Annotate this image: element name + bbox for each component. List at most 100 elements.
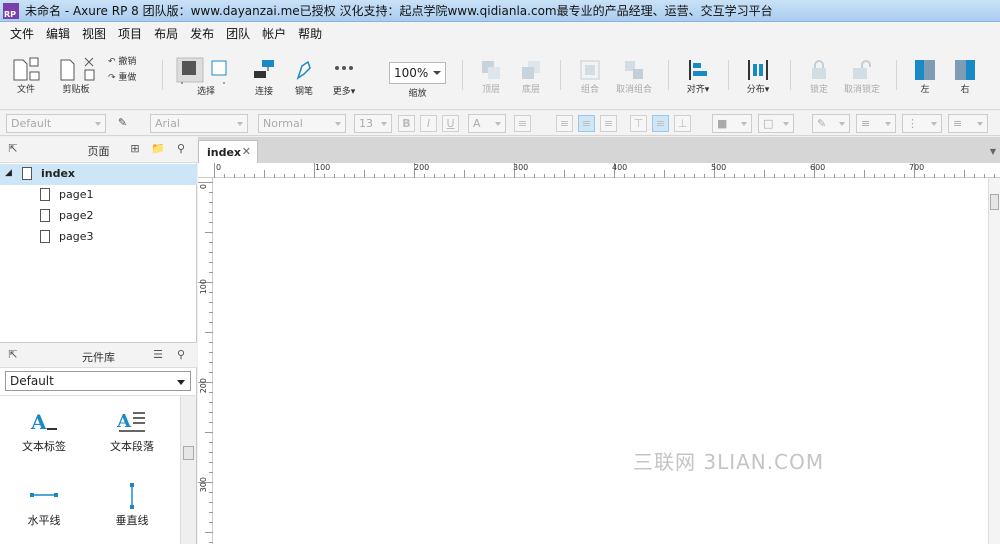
file-label: 文件: [16, 85, 35, 95]
bullet-list-icon[interactable]: ≡: [514, 115, 531, 132]
scroll-thumb[interactable]: [990, 194, 999, 210]
ruler-label: 100: [199, 279, 208, 295]
distribute-button[interactable]: 分布▾: [740, 58, 776, 95]
page-item-page1[interactable]: page1: [0, 185, 197, 206]
page-item-index[interactable]: ◢ index: [0, 164, 197, 185]
menu-view[interactable]: 视图: [76, 25, 112, 42]
ungroup-button[interactable]: 取消组合: [612, 58, 656, 95]
divider: [728, 60, 729, 90]
bring-to-front-button[interactable]: 顶层: [474, 58, 508, 95]
widget-text-label[interactable]: A 文本标签: [4, 409, 84, 454]
send-to-back-button[interactable]: 底层: [514, 58, 548, 95]
canvas-scrollbar[interactable]: [988, 178, 1000, 544]
watermark: 三联网 3LIAN.COM: [633, 450, 825, 474]
text-color-select[interactable]: A: [468, 114, 506, 133]
connect-tool[interactable]: 连接: [248, 56, 280, 97]
left-label: 左: [920, 85, 930, 95]
zoom-select[interactable]: 100%: [389, 62, 446, 84]
search-icon[interactable]: ⚲: [174, 348, 188, 362]
valign-top-icon[interactable]: ⊤: [630, 115, 647, 132]
align-text-left-icon[interactable]: ≡: [556, 115, 573, 132]
group-button[interactable]: 组合: [572, 58, 608, 95]
align-text-center-icon[interactable]: ≡: [578, 115, 595, 132]
arrow-style-select[interactable]: ≡: [948, 114, 988, 133]
line-color-select[interactable]: ✎: [812, 114, 850, 133]
ruler-label: 300: [199, 477, 208, 493]
ruler-label: 400: [612, 163, 628, 172]
undo-label: 撤销: [118, 57, 137, 67]
widget-horizontal-line[interactable]: 水平线: [4, 483, 84, 528]
left-button[interactable]: 左: [908, 58, 942, 95]
menu-edit[interactable]: 编辑: [40, 25, 76, 42]
more-tools-button[interactable]: 更多▾: [328, 56, 360, 97]
widget-label: 文本标签: [22, 440, 66, 453]
menu-arrange[interactable]: 布局: [148, 25, 184, 42]
caret-icon: [335, 122, 341, 126]
font-select[interactable]: Arial: [150, 114, 248, 133]
format-toolbar: Default ✎ Arial Normal 13 B I U A ≡ ≡ ≡ …: [0, 111, 1000, 136]
file-button[interactable]: 文件: [6, 56, 46, 95]
search-icon[interactable]: ⚲: [174, 142, 188, 156]
add-folder-icon[interactable]: 📁: [151, 142, 165, 156]
vertical-line-icon: [130, 483, 134, 509]
add-page-icon[interactable]: ⊞: [128, 142, 142, 156]
tab-index[interactable]: index ✕: [198, 140, 258, 163]
align-button[interactable]: 对齐▾: [680, 58, 716, 95]
bold-button[interactable]: B: [398, 115, 415, 132]
clipboard-button[interactable]: 剪贴板: [54, 56, 98, 95]
select-tool[interactable]: 选择: [175, 56, 237, 97]
fill-color-select[interactable]: ■: [712, 114, 752, 133]
line-width-select[interactable]: ≡: [856, 114, 896, 133]
font-value: Arial: [155, 117, 180, 130]
font-size-select[interactable]: 13: [354, 114, 392, 133]
menu-file[interactable]: 文件: [4, 25, 40, 42]
design-canvas[interactable]: [214, 179, 986, 544]
unlock-button[interactable]: 取消锁定: [840, 58, 884, 95]
align-label: 对齐: [686, 85, 705, 95]
menu-team[interactable]: 团队: [220, 25, 256, 42]
align-text-right-icon[interactable]: ≡: [600, 115, 617, 132]
expand-triangle-icon[interactable]: ◢: [5, 168, 12, 178]
menu-account[interactable]: 帐户: [256, 25, 292, 42]
page-item-page3[interactable]: page3: [0, 227, 197, 248]
widget-paragraph[interactable]: A 文本段落: [92, 409, 172, 454]
menu-icon[interactable]: ☰: [151, 348, 165, 362]
clipboard-icon: [60, 57, 95, 81]
caret-icon: [931, 122, 937, 126]
svg-text:A: A: [117, 411, 132, 432]
page-label: page3: [59, 230, 94, 243]
format-painter-icon[interactable]: ✎: [114, 115, 131, 132]
line-style-select[interactable]: ⋮: [902, 114, 942, 133]
weight-value: Normal: [263, 117, 303, 130]
style-select[interactable]: Default: [6, 114, 106, 133]
shadow-select[interactable]: □: [758, 114, 794, 133]
tab-list-icon[interactable]: ▼: [990, 147, 996, 156]
lock-button[interactable]: 锁定: [802, 58, 836, 95]
library-select[interactable]: Default: [5, 371, 191, 391]
scroll-thumb[interactable]: [183, 446, 194, 460]
divider: [560, 60, 561, 90]
menu-help[interactable]: 帮助: [292, 25, 328, 42]
more-dots-icon: [335, 66, 353, 70]
undo-button[interactable]: ↶ 撤销: [108, 54, 148, 67]
text-label-icon: A: [30, 410, 57, 434]
right-button[interactable]: 右: [948, 58, 982, 95]
widget-vertical-line[interactable]: 垂直线: [92, 483, 172, 528]
close-icon[interactable]: ✕: [242, 145, 251, 158]
menu-publish[interactable]: 发布: [184, 25, 220, 42]
page-item-page2[interactable]: page2: [0, 206, 197, 227]
library-panel-title: 元件库: [82, 351, 115, 364]
pen-tool[interactable]: 钢笔: [288, 56, 320, 97]
redo-button[interactable]: ↷ 重做: [108, 70, 148, 83]
ungroup-icon: [625, 61, 643, 79]
page-icon: [22, 167, 32, 180]
menu-project[interactable]: 项目: [112, 25, 148, 42]
valign-middle-icon[interactable]: ≡: [652, 115, 669, 132]
library-scrollbar[interactable]: [180, 396, 196, 544]
font-weight-select[interactable]: Normal: [258, 114, 346, 133]
underline-button[interactable]: U: [442, 115, 459, 132]
caret-icon: [95, 122, 101, 126]
italic-button[interactable]: I: [420, 115, 437, 132]
valign-bottom-icon[interactable]: ⊥: [674, 115, 691, 132]
bring-front-icon: [482, 61, 500, 79]
